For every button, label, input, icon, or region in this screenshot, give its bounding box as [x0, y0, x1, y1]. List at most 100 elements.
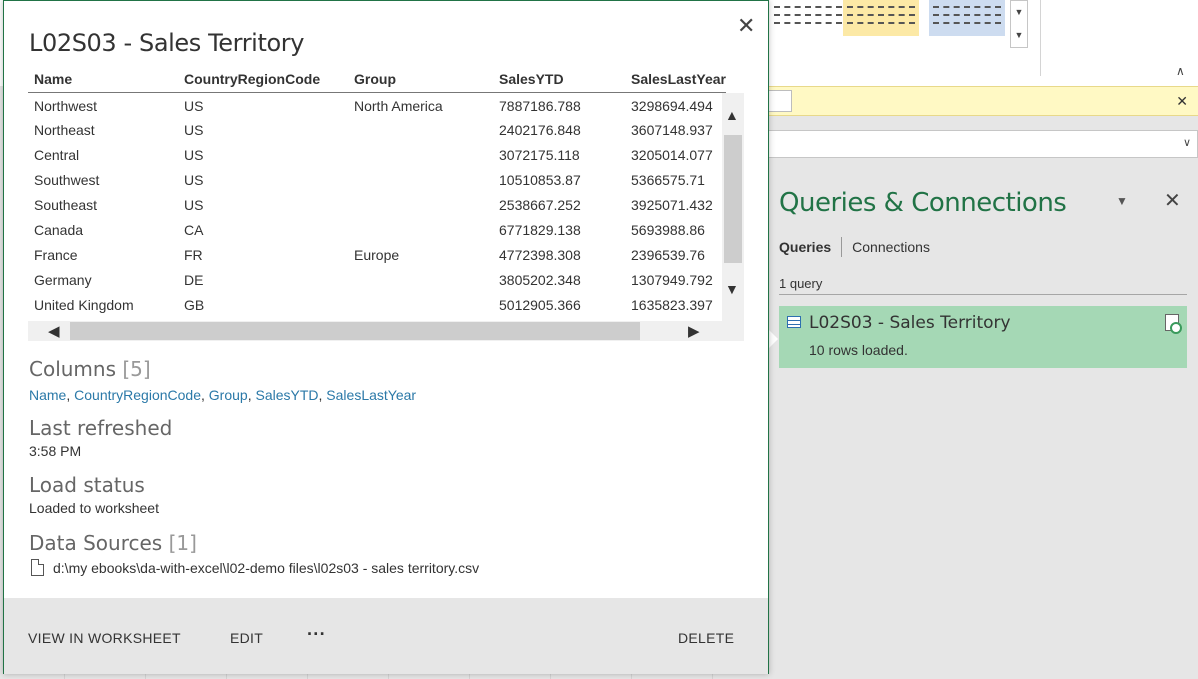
vertical-scrollbar[interactable]: ▲ ▼	[722, 93, 744, 323]
column-header: Group	[348, 67, 493, 93]
table-cell: 3925071.432	[631, 196, 713, 213]
table-style-swatch[interactable]	[843, 0, 919, 36]
style-gallery-scroll[interactable]: ▼ ▼	[1010, 0, 1028, 48]
table-cell: Southeast	[34, 196, 98, 213]
query-count: 1 query	[779, 276, 823, 291]
pane-options-icon[interactable]: ▼	[1116, 194, 1128, 208]
table-cell	[348, 142, 493, 167]
table-row: Northeast US 2402176.848 3607148.937	[28, 117, 726, 142]
view-in-worksheet-button[interactable]: VIEW IN WORKSHEET	[28, 630, 181, 646]
refresh-document-icon[interactable]	[1165, 314, 1182, 334]
scroll-right-icon[interactable]: ▶	[688, 322, 700, 340]
table-cell: 3607148.937	[631, 121, 713, 138]
data-sources-label: Data Sources	[29, 531, 163, 555]
tab-queries[interactable]: Queries	[779, 239, 831, 255]
columns-heading: Columns [5]	[29, 357, 151, 381]
query-item-name: L02S03 - Sales Territory	[809, 313, 1011, 333]
scroll-left-icon[interactable]: ◀	[48, 322, 60, 340]
horizontal-scrollbar[interactable]: ◀ ▶	[28, 321, 744, 341]
pane-tabs: Queries Connections	[779, 237, 930, 257]
gallery-expand-icon[interactable]: ▼	[1011, 24, 1027, 47]
table-cell: 5693988.86	[631, 221, 705, 238]
data-sources-count: [1]	[168, 531, 197, 555]
scroll-up-icon[interactable]: ▲	[725, 107, 739, 123]
scrollbar-thumb[interactable]	[724, 135, 742, 263]
close-icon[interactable]: ✕	[1176, 93, 1188, 110]
table-cell: United Kingdom	[34, 296, 134, 313]
gallery-more-icon[interactable]: ▼	[1011, 1, 1027, 24]
table-cell: Central	[34, 146, 80, 163]
query-item[interactable]: L02S03 - Sales Territory 10 rows loaded.	[779, 306, 1187, 368]
table-cell: 5012905.366	[499, 296, 581, 313]
load-status-value: Loaded to worksheet	[29, 500, 159, 516]
table-cell: US	[184, 146, 204, 163]
table-cell: Northwest	[34, 97, 98, 114]
card-footer: VIEW IN WORKSHEET EDIT ··· DELETE	[4, 598, 768, 674]
table-cell: US	[184, 196, 204, 213]
table-cell: GB	[184, 296, 205, 313]
table-cell: US	[184, 171, 204, 188]
table-row: Southeast US 2538667.252 3925071.432	[28, 192, 726, 217]
message-bar: ✕	[740, 86, 1198, 116]
column-link[interactable]: Name	[29, 387, 66, 403]
table-cell	[348, 192, 493, 217]
table-cell: 2402176.848	[499, 121, 581, 138]
collapse-ribbon-icon[interactable]: ∧	[1176, 64, 1185, 78]
table-style-swatch[interactable]	[770, 0, 846, 36]
table-cell: Canada	[34, 221, 84, 238]
load-status-heading: Load status	[29, 473, 145, 497]
table-cell	[348, 292, 493, 317]
chevron-down-icon[interactable]: ∨	[1183, 136, 1191, 149]
column-link[interactable]: SalesYTD	[255, 387, 318, 403]
data-source-path: d:\my ebooks\da-with-excel\l02-demo file…	[53, 560, 480, 576]
last-refreshed-heading: Last refreshed	[29, 416, 173, 440]
table-cell: Germany	[34, 271, 92, 288]
table-style-swatch[interactable]	[929, 0, 1005, 36]
table-row: Canada CA 6771829.138 5693988.86	[28, 217, 726, 242]
table-cell: 6771829.138	[499, 221, 581, 238]
columns-count: [5]	[122, 357, 151, 381]
table-cell: 3805202.348	[499, 271, 581, 288]
preview-table: Name CountryRegionCode Group SalesYTD Sa…	[28, 67, 726, 317]
table-cell	[348, 267, 493, 292]
table-cell	[348, 217, 493, 242]
scrollbar-thumb[interactable]	[70, 322, 640, 340]
column-header: CountryRegionCode	[178, 67, 348, 93]
close-icon[interactable]: ✕	[737, 13, 755, 39]
tab-divider	[841, 237, 843, 257]
table-cell: 2538667.252	[499, 196, 581, 213]
table-cell: CA	[184, 221, 204, 238]
table-cell: US	[184, 97, 204, 114]
table-row: Germany DE 3805202.348 1307949.792	[28, 267, 726, 292]
file-icon	[31, 559, 44, 576]
delete-button[interactable]: DELETE	[678, 630, 734, 646]
column-header: SalesLastYear	[625, 67, 726, 93]
close-pane-icon[interactable]: ✕	[1164, 188, 1181, 213]
table-cell	[348, 167, 493, 192]
column-list: Name, CountryRegionCode, Group, SalesYTD…	[29, 387, 416, 403]
column-link[interactable]: Group	[209, 387, 248, 403]
column-separator: ,	[201, 387, 209, 403]
table-cell: 2396539.76	[631, 246, 705, 263]
table-row: United Kingdom GB 5012905.366 1635823.39…	[28, 292, 726, 317]
column-link[interactable]: SalesLastYear	[326, 387, 416, 403]
edit-button[interactable]: EDIT	[230, 630, 263, 646]
table-cell: 1307949.792	[631, 271, 713, 288]
table-cell: Europe	[354, 246, 400, 263]
table-row: France FR Europe 4772398.308 2396539.76	[28, 242, 726, 267]
tab-connections[interactable]: Connections	[852, 239, 930, 255]
data-preview: Name CountryRegionCode Group SalesYTD Sa…	[28, 67, 744, 343]
scroll-down-icon[interactable]: ▼	[725, 281, 739, 297]
table-icon	[787, 316, 801, 328]
table-cell: 5366575.71	[631, 171, 705, 188]
formula-bar[interactable]: ∨	[740, 130, 1198, 158]
table-cell: FR	[184, 246, 203, 263]
table-row: Southwest US 10510853.87 5366575.71	[28, 167, 726, 192]
table-row: Central US 3072175.118 3205014.077	[28, 142, 726, 167]
table-row: Northwest US North America 7887186.788 3…	[28, 92, 726, 117]
column-link[interactable]: CountryRegionCode	[74, 387, 201, 403]
table-cell: 3205014.077	[631, 146, 713, 163]
column-header: Name	[28, 67, 178, 93]
more-options-button[interactable]: ···	[307, 624, 326, 645]
query-preview-card: ✕ L02S03 - Sales Territory Name CountryR…	[3, 0, 769, 674]
